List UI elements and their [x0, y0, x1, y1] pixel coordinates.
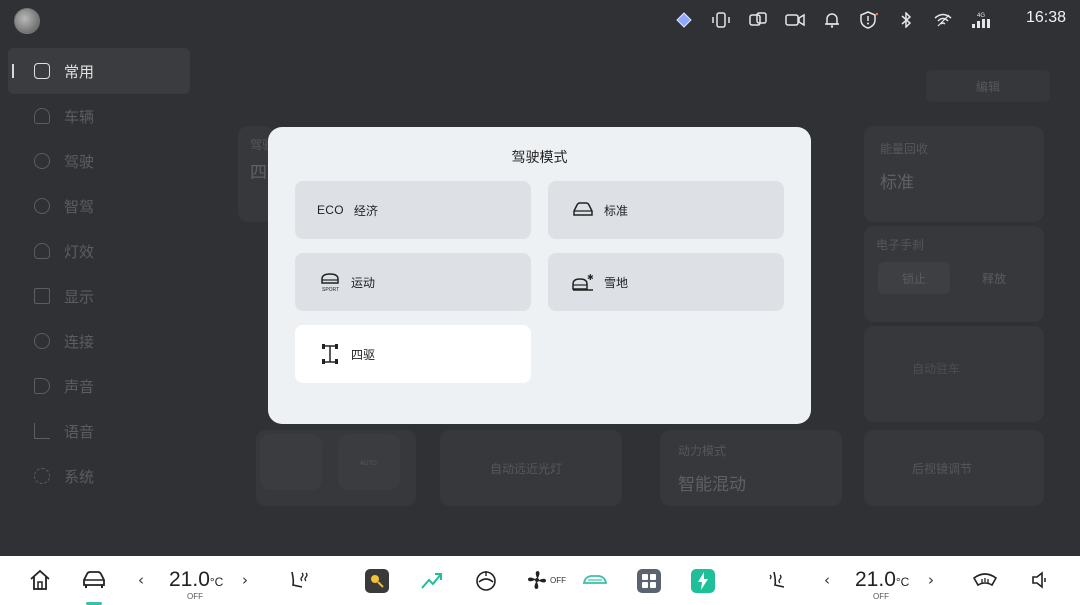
sidebar-item-drive[interactable]: 驾驶: [8, 138, 190, 184]
sidebar-item-vehicle[interactable]: 车辆: [8, 93, 190, 139]
release-button[interactable]: 释放: [956, 262, 1032, 294]
car-outline-icon: [570, 197, 596, 223]
auto-high-beam-label: 自动远近光灯: [490, 462, 563, 476]
sidebar-item-lights[interactable]: 灯效: [8, 228, 190, 274]
dialog-title: 驾驶模式: [511, 150, 568, 166]
mode-eco-label: 经济: [353, 203, 378, 218]
seat-ventilation-icon[interactable]: [474, 568, 498, 592]
left-temp-off-label: OFF: [187, 592, 203, 601]
mode-snow[interactable]: ✱ 雪地: [548, 253, 784, 311]
mode-eco[interactable]: ECO 经济: [295, 181, 531, 239]
voice-icon: [34, 423, 50, 439]
mode-awd-label: 四驱: [351, 347, 376, 362]
energy-recovery-label: 能量回收: [880, 142, 929, 156]
seat-heat-left-icon[interactable]: [288, 568, 310, 592]
mode-standard-label: 标准: [604, 203, 629, 218]
car-outline-app-icon[interactable]: [582, 568, 608, 592]
settings-sidebar: 常用 车辆 驾驶 智驾 灯效 显示 连接 声音 语音 系统: [0, 46, 192, 556]
sidebar-item-smart-drive[interactable]: 智驾: [8, 183, 190, 229]
signal-4g-icon: 4G: [970, 10, 992, 30]
mode-standard[interactable]: 标准: [548, 181, 784, 239]
right-temp-down-icon[interactable]: ‹: [824, 568, 830, 592]
display-icon: [34, 288, 50, 304]
gear-icon: [34, 468, 50, 484]
snow-car-icon: ✱: [570, 269, 596, 295]
left-temp-up-icon[interactable]: ›: [242, 568, 248, 592]
clock: 16:38: [1025, 9, 1066, 26]
trend-app-icon[interactable]: [420, 568, 444, 592]
bluetooth-icon[interactable]: [896, 10, 916, 30]
drive-mode-dialog: 驾驶模式 ECO 经济 标准 SPORT 运动 ✱ 雪地 四驱: [268, 127, 811, 424]
app-launcher-yellow-icon[interactable]: [365, 569, 389, 593]
status-bar: 4G 16:38: [0, 0, 1080, 40]
mode-sport-label: 运动: [351, 275, 376, 290]
steering-icon: [34, 153, 50, 169]
auto-park-label: 自动驻车: [912, 362, 961, 376]
fan-icon[interactable]: OFF: [526, 568, 566, 592]
mirror-adjust-label: 后视镜调节: [912, 462, 973, 476]
bell-icon[interactable]: [822, 10, 842, 30]
edit-button[interactable]: 编辑: [926, 70, 1050, 102]
parking-brake-label: 电子手刹: [876, 238, 925, 252]
svg-text:SPORT: SPORT: [322, 287, 339, 293]
volume-icon[interactable]: [1030, 568, 1050, 592]
right-temp-up-icon[interactable]: ›: [928, 568, 934, 592]
fan-off-label: OFF: [550, 575, 566, 585]
power-mode-label: 动力模式: [678, 444, 727, 458]
sidebar-item-display[interactable]: 显示: [8, 273, 190, 319]
bottom-dock: ‹ 21.0°C OFF › OFF ‹ 21.0°C OFF ›: [0, 556, 1080, 605]
screen-mirror-icon[interactable]: [748, 10, 768, 30]
mode-awd[interactable]: 四驱: [295, 325, 531, 383]
vehicle-icon[interactable]: [82, 568, 106, 592]
sport-car-icon: SPORT: [317, 269, 343, 295]
charging-app-icon[interactable]: [691, 569, 715, 593]
link-icon: [30, 329, 54, 353]
svg-text:4G: 4G: [977, 13, 985, 19]
awd-icon: [317, 341, 343, 367]
fog-light-button[interactable]: [260, 434, 322, 490]
seat-heat-right-icon[interactable]: [768, 568, 790, 592]
sidebar-item-system[interactable]: 系统: [8, 453, 190, 499]
smart-drive-icon: [34, 198, 50, 214]
energy-recovery-value: 标准: [880, 173, 914, 193]
mode-sport[interactable]: SPORT 运动: [295, 253, 531, 311]
camera-icon[interactable]: [785, 10, 805, 30]
svg-text:✱: ✱: [587, 273, 594, 282]
power-mode-value: 智能混动: [678, 475, 746, 495]
sidebar-item-common[interactable]: 常用: [8, 48, 190, 94]
car-icon: [34, 108, 50, 124]
mode-eco-prefix: ECO: [317, 203, 344, 217]
drive-mode-card-value: 四: [250, 163, 267, 183]
cube-icon: [34, 63, 50, 79]
defrost-icon[interactable]: [972, 568, 998, 592]
speaker-icon: [34, 378, 50, 394]
right-temp-off-label: OFF: [873, 592, 889, 601]
phone-key-icon[interactable]: [711, 10, 731, 30]
sidebar-item-sound[interactable]: 声音: [8, 363, 190, 409]
left-temperature: 21.0°C OFF: [169, 568, 224, 601]
light-icon: [34, 243, 50, 259]
status-icons: 4G: [674, 10, 992, 30]
wifi-icon[interactable]: [933, 10, 953, 30]
app-grid-icon[interactable]: [637, 569, 661, 593]
mode-snow-label: 雪地: [604, 275, 629, 290]
avatar[interactable]: [14, 8, 40, 34]
left-temp-down-icon[interactable]: ‹: [138, 568, 144, 592]
auto-light-tag: AUTO: [360, 460, 377, 467]
sidebar-item-voice[interactable]: 语音: [8, 408, 190, 454]
right-temperature: 21.0°C OFF: [855, 568, 910, 601]
shield-icon[interactable]: [859, 10, 879, 30]
home-icon[interactable]: [28, 568, 52, 592]
sidebar-item-connect[interactable]: 连接: [8, 318, 190, 364]
assistant-icon[interactable]: [674, 10, 694, 30]
lock-button[interactable]: 锁止: [878, 262, 950, 294]
